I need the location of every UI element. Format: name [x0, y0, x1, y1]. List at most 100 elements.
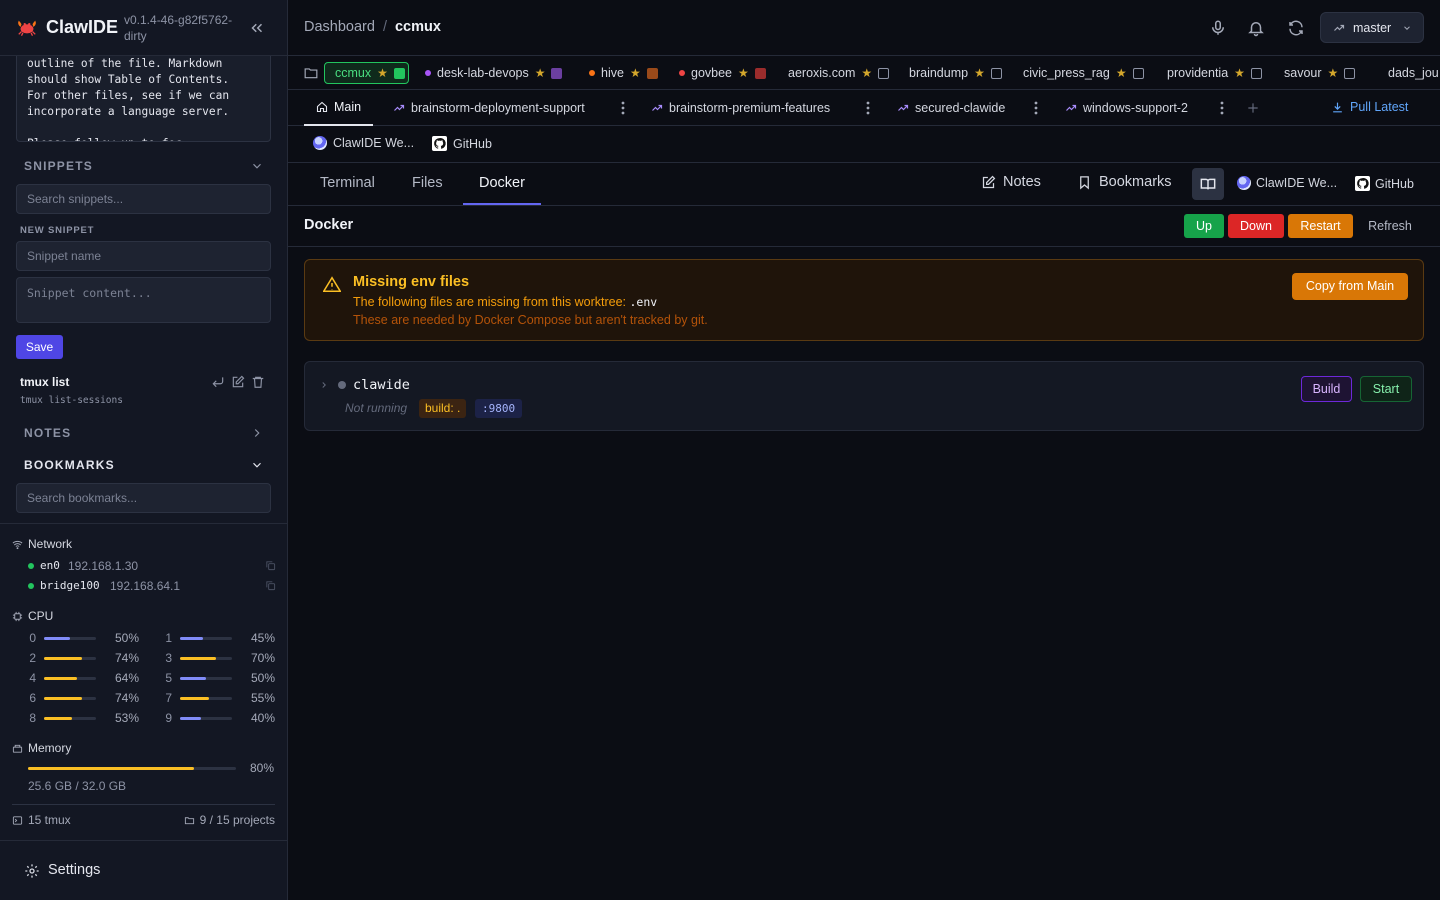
snippet-search-input[interactable]: Search snippets... [16, 184, 271, 214]
worktree-tab[interactable]: secured-clawide [897, 90, 1005, 126]
more-options-icon[interactable] [621, 101, 625, 115]
cpu-core-bar-fill [44, 677, 78, 680]
copy-icon[interactable] [265, 580, 276, 591]
worktree-tab[interactable]: brainstorm-deployment-support [393, 90, 585, 126]
cpu-core-bar [44, 677, 96, 680]
tab-terminal[interactable]: Terminal [304, 163, 391, 205]
project-color-swatch[interactable] [646, 67, 658, 79]
notes-button[interactable]: Notes [981, 174, 1041, 190]
docker-refresh-button[interactable]: Refresh [1360, 214, 1420, 238]
sidebar-header: ClawIDE v0.1.4-46-g82f5762-dirty [0, 0, 287, 56]
link-clawide-web[interactable]: ClawIDE We... [313, 136, 414, 150]
snippet-content-input[interactable]: Snippet content... [16, 277, 271, 323]
delete-snippet-icon[interactable] [251, 375, 265, 389]
gear-icon [25, 864, 39, 878]
more-options-icon[interactable] [866, 101, 870, 115]
project-tab[interactable]: savour ★ [1284, 63, 1356, 83]
project-color-swatch[interactable] [878, 67, 890, 79]
snippet-item-name[interactable]: tmux list [20, 375, 69, 389]
more-options-icon[interactable] [1220, 101, 1224, 115]
notes-heading[interactable]: NOTES [24, 426, 264, 440]
project-color-swatch[interactable] [1132, 67, 1144, 79]
copy-icon[interactable] [265, 560, 276, 571]
add-worktree-icon[interactable] [1246, 101, 1260, 115]
link-label: ClawIDE We... [333, 136, 415, 150]
project-color-swatch[interactable] [1250, 67, 1262, 79]
project-color-swatch[interactable] [990, 67, 1002, 79]
worktree-tab[interactable]: brainstorm-premium-features [651, 90, 830, 126]
system-monitor: Network en0 192.168.1.30 bridge100 192.1… [0, 523, 287, 840]
bookmark-search-input[interactable]: Search bookmarks... [16, 483, 271, 513]
more-options-icon[interactable] [1034, 101, 1038, 115]
cpu-core-row: 5 50% [160, 671, 275, 685]
edit-icon [982, 175, 996, 188]
docker-down-button[interactable]: Down [1228, 214, 1284, 238]
star-icon[interactable]: ★ [861, 63, 872, 83]
book-toggle-button[interactable] [1192, 168, 1224, 200]
microphone-icon[interactable] [1209, 19, 1227, 37]
refresh-icon[interactable] [1287, 19, 1305, 37]
project-tab[interactable]: aeroxis.com ★ [788, 63, 890, 83]
collapse-sidebar-icon[interactable] [248, 19, 266, 37]
star-icon[interactable]: ★ [535, 63, 546, 83]
project-tab[interactable]: dads_jou [1388, 63, 1439, 83]
copy-from-main-button[interactable]: Copy from Main [1292, 273, 1408, 300]
bell-icon[interactable] [1247, 19, 1265, 37]
cpu-icon [12, 611, 23, 621]
settings-button[interactable]: Settings [0, 840, 287, 900]
worktree-tab[interactable]: windows-support-2 [1065, 90, 1188, 126]
project-tab[interactable]: hive ★ [589, 63, 658, 83]
cpu-core-index: 0 [29, 631, 36, 645]
project-tab[interactable]: govbee ★ [679, 63, 766, 83]
docker-up-button[interactable]: Up [1184, 214, 1224, 238]
interface-name: bridge100 [40, 579, 100, 592]
worktree-label: secured-clawide [915, 101, 1006, 115]
snippet-name-input[interactable]: Snippet name [16, 241, 271, 271]
star-icon[interactable]: ★ [974, 63, 985, 83]
worktree-tab[interactable]: Main [304, 90, 374, 126]
trending-icon [1066, 104, 1077, 111]
link-github[interactable]: GitHub [1355, 176, 1414, 191]
insert-snippet-icon[interactable] [211, 375, 225, 389]
network-interface-row: bridge100 192.168.64.1 [28, 579, 276, 593]
tab-docker[interactable]: Docker [463, 163, 541, 205]
star-icon[interactable]: ★ [1234, 63, 1245, 83]
service-build-button[interactable]: Build [1301, 376, 1352, 402]
project-tab[interactable]: braindump ★ [909, 63, 1002, 83]
star-icon[interactable]: ★ [738, 63, 749, 83]
service-start-button[interactable]: Start [1360, 376, 1412, 402]
project-color-swatch[interactable] [1344, 67, 1356, 79]
interface-ip: 192.168.1.30 [68, 559, 139, 573]
project-color-swatch[interactable] [393, 67, 405, 79]
project-tab[interactable]: civic_press_rag ★ [1023, 63, 1144, 83]
cpu-core-bar [44, 657, 96, 660]
tab-files[interactable]: Files [396, 163, 459, 205]
project-color-swatch[interactable] [754, 67, 766, 79]
docker-restart-button[interactable]: Restart [1288, 214, 1353, 238]
project-name: hive [601, 66, 624, 80]
save-snippet-button[interactable]: Save [16, 335, 63, 359]
link-clawide-web[interactable]: ClawIDE We... [1237, 176, 1337, 190]
pull-latest-button[interactable]: Pull Latest [1331, 100, 1408, 114]
breadcrumb-dashboard[interactable]: Dashboard [304, 19, 375, 35]
missing-file-name: .env [629, 295, 658, 309]
project-bar: ccmux ★ desk-lab-devops ★ hive ★ govbee ★ aeroxi… [288, 56, 1440, 90]
star-icon[interactable]: ★ [630, 63, 641, 83]
star-icon[interactable]: ★ [1328, 63, 1339, 83]
snippets-heading[interactable]: SNIPPETS [24, 159, 264, 173]
bookmarks-button[interactable]: Bookmarks [1077, 174, 1172, 190]
link-github[interactable]: GitHub [432, 136, 492, 151]
project-tab[interactable]: providentia ★ [1167, 63, 1262, 83]
star-icon[interactable]: ★ [1116, 63, 1127, 83]
chevron-right-icon[interactable] [319, 380, 329, 390]
edit-snippet-icon[interactable] [231, 375, 245, 389]
star-icon[interactable]: ★ [377, 63, 388, 83]
project-color-dot [425, 70, 431, 76]
project-tab[interactable]: desk-lab-devops ★ [425, 63, 563, 83]
notes-textarea[interactable]: outline of the file. Markdown should sho… [16, 44, 271, 142]
bookmarks-heading[interactable]: BOOKMARKS [24, 458, 264, 472]
project-tab[interactable]: ccmux ★ [324, 62, 409, 84]
branch-selector[interactable]: master [1320, 12, 1424, 43]
notes-heading-label: NOTES [24, 426, 72, 440]
project-color-swatch[interactable] [551, 67, 563, 79]
